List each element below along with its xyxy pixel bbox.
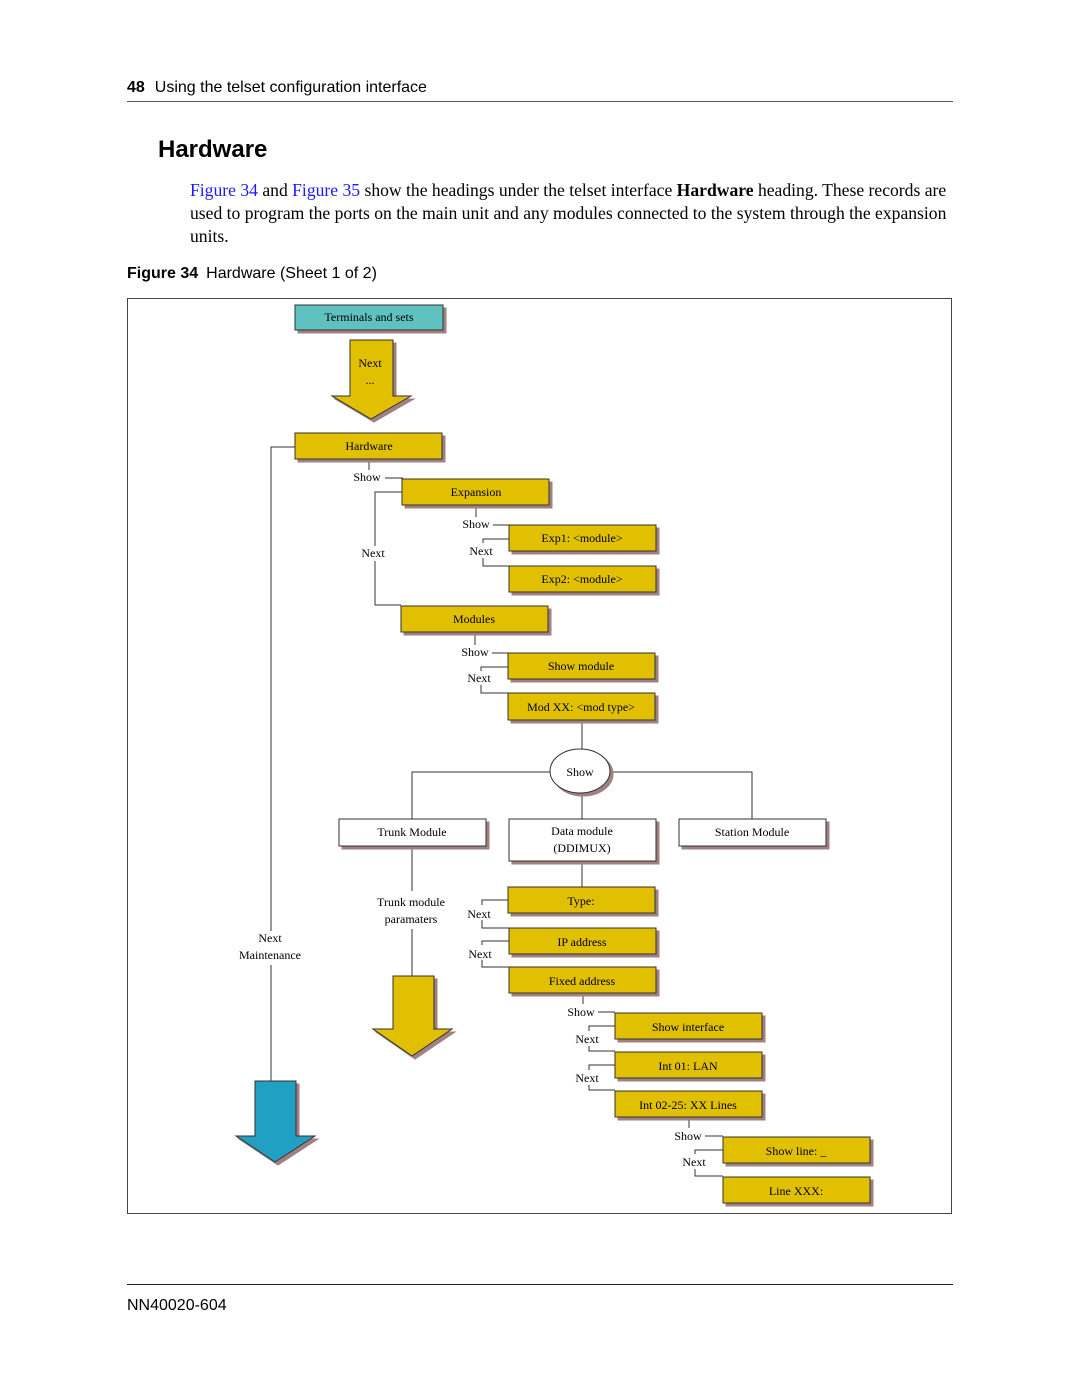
show-oval-label: Show	[566, 765, 594, 779]
figure-35-link[interactable]: Figure 35	[292, 180, 360, 200]
figure-caption: Figure 34 Hardware (Sheet 1 of 2)	[127, 265, 377, 283]
footer-rule	[127, 1284, 953, 1285]
trunk-arrow-down	[371, 975, 454, 1057]
line-xxx-box: Line XXX:	[722, 1176, 871, 1204]
figure-caption-text: Hardware (Sheet 1 of 2)	[206, 265, 377, 282]
header-rule	[127, 101, 953, 102]
show-label: Show	[462, 517, 490, 531]
arrow-next-label: Next	[358, 356, 382, 370]
ddimux-label: (DDIMUX)	[553, 841, 610, 855]
figure-frame: Terminals and sets Next ... Hardware Sho…	[127, 298, 952, 1214]
mod-xx-box: Mod XX: <mod type>	[507, 692, 656, 721]
para-bold: Hardware	[676, 180, 754, 200]
next-label: Next	[469, 544, 493, 558]
show-oval: Show	[549, 748, 611, 794]
show-line-box: Show line: _	[722, 1136, 871, 1164]
fixed-address-box: Fixed address	[508, 966, 657, 994]
line-xxx-label: Line XXX:	[769, 1184, 823, 1198]
int0225-label: Int 02-25: XX Lines	[639, 1098, 737, 1112]
show-label: Show	[567, 1005, 595, 1019]
next-label: Next	[682, 1155, 706, 1169]
modules-label: Modules	[453, 612, 495, 626]
next-arrow-down: Next ...	[330, 339, 413, 420]
show-label: Show	[461, 645, 489, 659]
figure-label: Figure 34	[127, 265, 199, 282]
expansion-box: Expansion	[401, 478, 550, 506]
exp1-label: Exp1: <module>	[541, 531, 622, 545]
figure-34-link[interactable]: Figure 34	[190, 180, 258, 200]
hardware-box: Hardware	[294, 432, 443, 460]
doc-number: NN40020-604	[127, 1297, 227, 1314]
int0225-box: Int 02-25: XX Lines	[614, 1090, 763, 1118]
int01-box: Int 01: LAN	[614, 1051, 763, 1079]
station-module-label: Station Module	[715, 825, 789, 839]
hardware-label: Hardware	[345, 439, 392, 453]
trunk-module-box: Trunk Module	[338, 818, 487, 847]
next-label: Next	[467, 907, 491, 921]
show-interface-box: Show interface	[614, 1012, 763, 1040]
mod-xx-label: Mod XX: <mod type>	[527, 700, 635, 714]
show-line-label: Show line: _	[766, 1144, 828, 1158]
intro-paragraph: Figure 34 and Figure 35 show the heading…	[190, 179, 952, 248]
trunk-params-label: Trunk module	[377, 895, 445, 909]
int01-label: Int 01: LAN	[658, 1059, 718, 1073]
show-module-box: Show module	[507, 652, 656, 680]
fixed-address-label: Fixed address	[549, 974, 616, 988]
hardware-flow-diagram: Terminals and sets Next ... Hardware Sho…	[234, 304, 871, 1204]
type-box: Type:	[507, 886, 656, 914]
running-title: Using the telset configuration interface	[154, 79, 427, 96]
maintenance-arrow-down	[234, 1080, 317, 1163]
para-text: show the headings under the telset inter…	[360, 180, 677, 200]
show-label: Show	[674, 1129, 702, 1143]
station-module-box: Station Module	[678, 818, 827, 847]
ip-address-box: IP address	[508, 927, 657, 955]
type-label: Type:	[567, 894, 594, 908]
next-label: Next	[361, 546, 385, 560]
ip-address-label: IP address	[557, 935, 607, 949]
running-header: 48 Using the telset configuration interfa…	[127, 79, 427, 97]
terminals-label: Terminals and sets	[324, 310, 413, 324]
section-title: Hardware	[158, 136, 268, 163]
data-module-box: Data module (DDIMUX)	[508, 818, 657, 862]
show-module-label: Show module	[548, 659, 614, 673]
exp1-box: Exp1: <module>	[508, 524, 657, 552]
next-label: Next	[467, 671, 491, 685]
trunk-module-label: Trunk Module	[377, 825, 446, 839]
terminals-and-sets-box: Terminals and sets	[294, 304, 444, 331]
trunk-params-label: paramaters	[385, 912, 438, 926]
maintenance-label: Maintenance	[239, 948, 301, 962]
para-text: and	[257, 180, 293, 200]
next-label: Next	[575, 1032, 599, 1046]
show-label: Show	[353, 470, 381, 484]
page-number: 48	[127, 79, 145, 96]
next-label: Next	[468, 947, 492, 961]
next-label: Next	[575, 1071, 599, 1085]
show-interface-label: Show interface	[652, 1020, 724, 1034]
next-maintenance-label: Next	[258, 931, 282, 945]
modules-box: Modules	[400, 605, 549, 633]
data-module-label: Data module	[551, 824, 613, 838]
expansion-label: Expansion	[451, 485, 502, 499]
arrow-dots: ...	[366, 373, 375, 387]
exp2-label: Exp2: <module>	[541, 572, 622, 586]
exp2-box: Exp2: <module>	[508, 565, 657, 593]
